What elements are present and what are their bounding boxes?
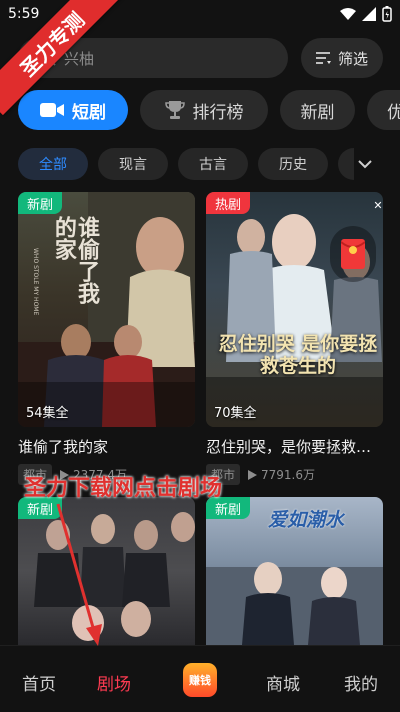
drama-title[interactable]: 谁偷了我的家 bbox=[18, 436, 195, 457]
search-placeholder: 兴柚 bbox=[64, 49, 95, 68]
red-packet-float-button[interactable] bbox=[330, 226, 376, 282]
poster-title-art: 谁偷了我的家 bbox=[50, 216, 99, 304]
drama-meta: 都市 7791.6万 bbox=[206, 464, 383, 485]
tab-short-drama[interactable]: 短剧 bbox=[18, 90, 128, 130]
red-envelope-icon bbox=[341, 239, 365, 269]
chevron-down-icon bbox=[358, 159, 372, 168]
genre-tab-all[interactable]: 全部 bbox=[18, 148, 88, 180]
annotation-arrow-icon bbox=[56, 503, 102, 646]
view-count: 7791.6万 bbox=[248, 466, 315, 483]
annotation-text: 圣力下载网点击剧场 bbox=[24, 476, 223, 501]
nav-mall[interactable]: 商城 bbox=[266, 670, 300, 695]
status-icons bbox=[340, 6, 392, 22]
drama-card[interactable]: 谁偷了我的家 WHO STOLE MY HOME 新剧 54集全 谁偷了我的家 … bbox=[18, 192, 195, 485]
tab-new-drama[interactable]: 新剧 bbox=[280, 90, 355, 130]
status-badge: 新剧 bbox=[18, 192, 63, 214]
poster-title-art: 爱如潮水 bbox=[268, 509, 345, 531]
play-icon bbox=[248, 469, 258, 480]
poster-subtitle-art: WHO STOLE MY HOME bbox=[32, 248, 39, 316]
nav-earn-button[interactable]: 赚钱 bbox=[183, 663, 217, 697]
filter-icon bbox=[315, 52, 331, 64]
genre-tab-ancient[interactable]: 古言 bbox=[178, 148, 248, 180]
episode-count: 54集全 bbox=[26, 406, 69, 421]
expand-genres-button[interactable] bbox=[348, 148, 382, 180]
status-badge: 热剧 bbox=[206, 192, 251, 214]
tab-ranking-label: 排行榜 bbox=[192, 102, 244, 123]
battery-icon bbox=[382, 6, 392, 22]
status-time: 5:59 bbox=[8, 6, 40, 22]
genre-tab-history[interactable]: 历史 bbox=[258, 148, 328, 180]
tab-more[interactable]: 优 bbox=[367, 90, 400, 130]
signal-icon bbox=[362, 7, 376, 21]
tab-short-drama-label: 短剧 bbox=[72, 102, 106, 123]
filter-label: 筛选 bbox=[337, 49, 368, 68]
filter-button[interactable]: 筛选 bbox=[301, 38, 383, 78]
drama-poster[interactable]: 爱如潮水 新剧 bbox=[206, 497, 383, 645]
tab-more-label: 优 bbox=[387, 102, 400, 123]
genre-tab-modern[interactable]: 现言 bbox=[98, 148, 168, 180]
tab-ranking[interactable]: 排行榜 bbox=[140, 90, 268, 130]
bottom-navigation: 首页 剧场 赚钱 商城 我的 bbox=[0, 645, 400, 712]
drama-title[interactable]: 忍住别哭，是你要拯救苍... bbox=[206, 436, 383, 457]
nav-earn-label: 赚钱 bbox=[189, 674, 211, 687]
drama-card[interactable]: 爱如潮水 新剧 bbox=[206, 497, 383, 645]
nav-mine[interactable]: 我的 bbox=[344, 670, 378, 695]
tab-new-drama-label: 新剧 bbox=[300, 102, 335, 123]
category-tabs: 短剧 排行榜 新剧 优 bbox=[18, 90, 400, 130]
close-icon[interactable]: ✕ bbox=[370, 197, 386, 213]
genre-tabs: 全部 现言 古言 历史 bbox=[18, 148, 400, 182]
nav-home[interactable]: 首页 bbox=[22, 670, 56, 695]
view-count-value: 7791.6万 bbox=[261, 468, 316, 482]
drama-poster[interactable]: 谁偷了我的家 WHO STOLE MY HOME 新剧 54集全 bbox=[18, 192, 195, 427]
nav-theater[interactable]: 剧场 bbox=[97, 670, 131, 695]
episode-count: 70集全 bbox=[214, 406, 257, 421]
video-camera-icon bbox=[40, 103, 64, 117]
wifi-icon bbox=[340, 8, 356, 20]
trophy-icon bbox=[164, 101, 185, 119]
poster-title-art: 忍住别哭 是你要拯救苍生的 bbox=[218, 333, 378, 377]
